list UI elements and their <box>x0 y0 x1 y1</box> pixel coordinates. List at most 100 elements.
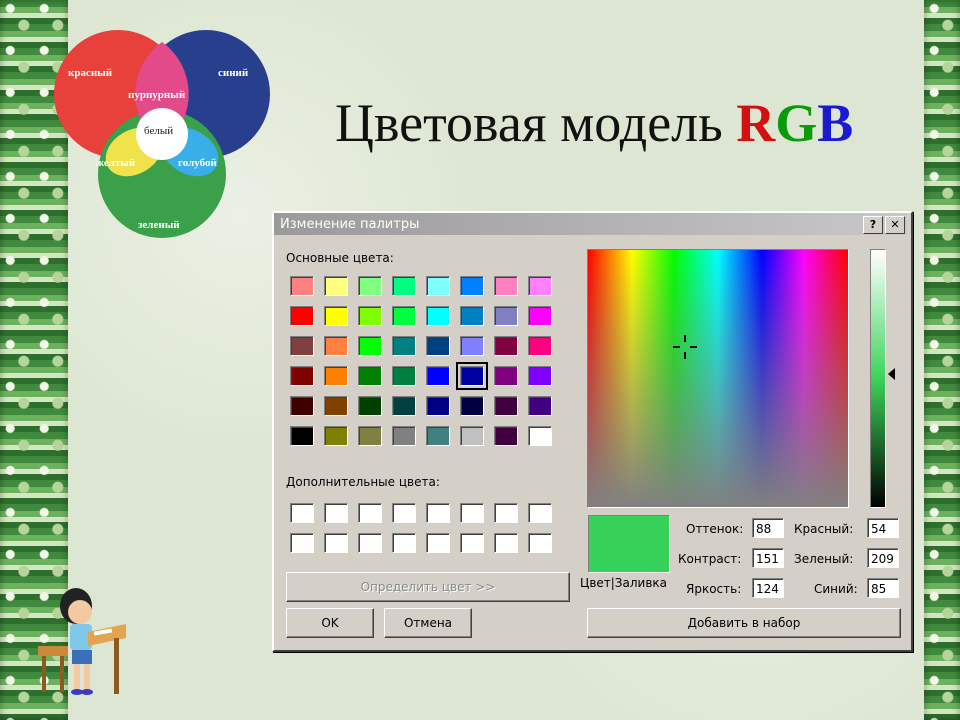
title-letter-r: R <box>736 93 776 153</box>
basic-color-swatch[interactable] <box>358 276 382 296</box>
basic-color-swatch[interactable] <box>460 276 484 296</box>
basic-color-swatch[interactable] <box>460 306 484 326</box>
custom-color-swatch[interactable] <box>392 533 416 553</box>
basic-color-swatch[interactable] <box>358 426 382 446</box>
rgb-venn-diagram: красный синий пурпурный белый желтый гол… <box>54 30 270 238</box>
define-custom-colors-button[interactable]: Определить цвет >> <box>286 572 570 602</box>
venn-label-yellow: желтый <box>96 157 136 169</box>
basic-color-swatch[interactable] <box>528 366 552 386</box>
basic-color-swatch[interactable] <box>358 306 382 326</box>
basic-color-swatch[interactable] <box>290 306 314 326</box>
basic-color-swatch[interactable] <box>392 366 416 386</box>
luminance-label: Яркость: <box>686 582 742 596</box>
basic-color-swatch[interactable] <box>290 426 314 446</box>
basic-color-swatch[interactable] <box>426 336 450 356</box>
basic-color-swatch[interactable] <box>290 396 314 416</box>
basic-color-swatch[interactable] <box>494 366 518 386</box>
custom-color-swatch[interactable] <box>528 533 552 553</box>
red-label: Красный: <box>794 522 854 536</box>
basic-color-swatch[interactable] <box>460 426 484 446</box>
custom-color-swatch[interactable] <box>392 503 416 523</box>
basic-color-swatch[interactable] <box>392 336 416 356</box>
venn-label-red: красный <box>68 67 113 79</box>
add-to-custom-colors-button[interactable]: Добавить в набор <box>587 608 901 638</box>
basic-color-swatch[interactable] <box>290 366 314 386</box>
basic-color-swatch[interactable] <box>324 276 348 296</box>
basic-color-swatch[interactable] <box>494 396 518 416</box>
venn-label-cyan: голубой <box>178 157 217 169</box>
custom-color-swatch[interactable] <box>494 533 518 553</box>
venn-label-magenta: пурпурный <box>128 89 186 101</box>
basic-color-swatch[interactable] <box>358 336 382 356</box>
custom-color-swatch[interactable] <box>460 503 484 523</box>
basic-color-swatch[interactable] <box>290 276 314 296</box>
venn-label-white: белый <box>144 125 173 137</box>
custom-color-swatch[interactable] <box>324 533 348 553</box>
decorative-border-right <box>924 0 960 720</box>
basic-color-swatch[interactable] <box>528 306 552 326</box>
basic-color-swatch[interactable] <box>460 396 484 416</box>
basic-color-swatch[interactable] <box>528 336 552 356</box>
custom-color-swatch[interactable] <box>528 503 552 523</box>
custom-color-swatch[interactable] <box>290 503 314 523</box>
custom-color-swatch[interactable] <box>460 533 484 553</box>
custom-color-swatch[interactable] <box>494 503 518 523</box>
basic-color-swatch[interactable] <box>358 396 382 416</box>
color-spectrum[interactable] <box>587 249 849 508</box>
cancel-button[interactable]: Отмена <box>384 608 472 638</box>
basic-color-swatch[interactable] <box>426 426 450 446</box>
crosshair-icon[interactable] <box>673 335 697 359</box>
custom-color-swatch[interactable] <box>358 533 382 553</box>
basic-color-swatch[interactable] <box>460 336 484 356</box>
blue-input[interactable]: 85 <box>867 578 899 598</box>
basic-color-swatch[interactable] <box>324 396 348 416</box>
custom-color-swatch[interactable] <box>426 503 450 523</box>
basic-color-swatch[interactable] <box>426 306 450 326</box>
girl-at-desk-illustration <box>38 588 126 695</box>
basic-color-swatch[interactable] <box>426 396 450 416</box>
basic-color-swatch[interactable] <box>494 426 518 446</box>
luminance-slider[interactable] <box>870 249 886 508</box>
ok-button[interactable]: OK <box>286 608 374 638</box>
basic-color-swatch[interactable] <box>324 426 348 446</box>
basic-color-swatch[interactable] <box>426 366 450 386</box>
color-preview <box>588 515 670 573</box>
basic-color-swatch[interactable] <box>358 366 382 386</box>
basic-color-swatch[interactable] <box>528 276 552 296</box>
luminance-input[interactable]: 124 <box>752 578 784 598</box>
custom-color-swatch[interactable] <box>426 533 450 553</box>
help-button[interactable]: ? <box>863 216 883 234</box>
basic-color-swatch[interactable] <box>494 276 518 296</box>
basic-color-swatch[interactable] <box>324 366 348 386</box>
basic-color-swatch[interactable] <box>324 336 348 356</box>
basic-color-swatch[interactable] <box>456 362 488 390</box>
hue-input[interactable]: 88 <box>752 518 784 538</box>
close-button[interactable]: ✕ <box>885 216 905 234</box>
blue-label: Синий: <box>814 582 858 596</box>
basic-color-swatch[interactable] <box>392 306 416 326</box>
dialog-title: Изменение палитры <box>280 217 420 232</box>
basic-color-swatch[interactable] <box>290 336 314 356</box>
basic-color-swatch[interactable] <box>426 276 450 296</box>
color-solid-label: Цвет|Заливка <box>580 576 667 590</box>
red-input[interactable]: 54 <box>867 518 899 538</box>
slide-title-text: Цветовая модель <box>335 93 737 153</box>
basic-color-swatch[interactable] <box>392 396 416 416</box>
hue-label: Оттенок: <box>686 522 744 536</box>
venn-label-green: зеленый <box>138 219 180 231</box>
basic-color-swatch[interactable] <box>324 306 348 326</box>
basic-color-swatch[interactable] <box>528 396 552 416</box>
custom-color-swatch[interactable] <box>290 533 314 553</box>
luminance-arrow-icon[interactable] <box>888 368 895 380</box>
basic-color-swatch[interactable] <box>494 336 518 356</box>
title-letter-b: B <box>817 93 854 153</box>
saturation-input[interactable]: 151 <box>752 548 784 568</box>
dialog-titlebar[interactable]: Изменение палитры ? ✕ <box>274 213 907 235</box>
basic-color-swatch[interactable] <box>392 426 416 446</box>
green-input[interactable]: 209 <box>867 548 899 568</box>
basic-color-swatch[interactable] <box>494 306 518 326</box>
basic-color-swatch[interactable] <box>392 276 416 296</box>
basic-color-swatch[interactable] <box>528 426 552 446</box>
custom-color-swatch[interactable] <box>358 503 382 523</box>
custom-color-swatch[interactable] <box>324 503 348 523</box>
